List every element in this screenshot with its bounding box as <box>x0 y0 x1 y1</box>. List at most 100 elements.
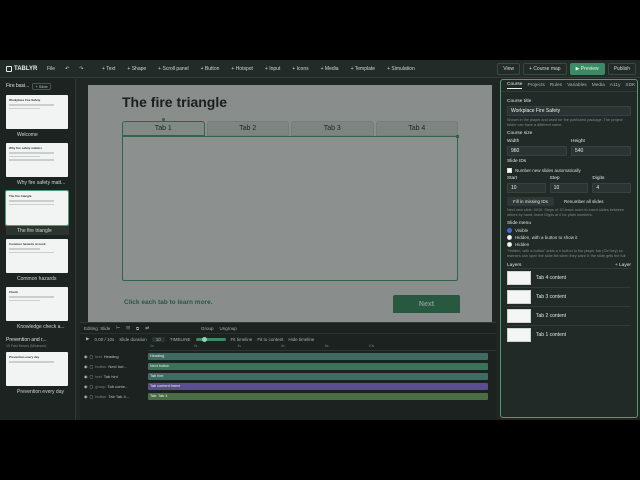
insert-text-button[interactable]: + Text <box>96 63 121 75</box>
file-menu[interactable]: File <box>42 63 60 75</box>
menu-option-hidden[interactable]: Hidden <box>507 242 631 247</box>
arrange-icon[interactable]: ⧉ <box>136 326 139 331</box>
layer-item[interactable]: Tab 4 content <box>507 268 631 287</box>
tab-media[interactable]: Media <box>592 83 605 88</box>
start-input[interactable]: 10 <box>507 183 546 193</box>
tab-hint-text[interactable]: Click each tab to learn more. <box>124 299 213 306</box>
lock-icon[interactable]: ▢ <box>90 354 94 359</box>
group-button[interactable]: Group <box>201 326 214 331</box>
undo-icon[interactable]: ↶ <box>60 63 74 75</box>
renumber-slides-button[interactable]: Renumber all slides <box>558 197 610 206</box>
eye-icon[interactable]: ◉ <box>84 354 88 359</box>
timeline-zoom-slider[interactable] <box>195 336 226 342</box>
eye-icon[interactable]: ◉ <box>84 374 88 379</box>
slide-title[interactable]: The fire triangle <box>122 94 227 110</box>
add-layer-button[interactable]: + Layer <box>615 263 631 268</box>
layer-item[interactable]: Tab 1 content <box>507 325 631 344</box>
track-bar[interactable]: Heading <box>148 352 488 360</box>
tab-variables[interactable]: Variables <box>567 83 587 88</box>
timeline-track[interactable]: ◉ ▢ group Tab conte... Tab content frame <box>80 381 496 391</box>
lock-icon[interactable]: ▢ <box>90 384 94 389</box>
ruler-tick: 8s <box>324 344 329 348</box>
insert-button-button[interactable]: + Button <box>195 63 226 75</box>
shuffle-icon[interactable]: ⇄ <box>145 325 149 331</box>
insert-input-button[interactable]: + Input <box>259 63 286 75</box>
track-type: button <box>95 363 107 369</box>
add-slide-button[interactable]: + Slide <box>32 82 51 90</box>
eye-icon[interactable]: ◉ <box>84 364 88 369</box>
insert-media-button[interactable]: + Media <box>315 63 345 75</box>
timeline-track[interactable]: ◉ ▢ text Tab hint Tab hint <box>80 371 496 381</box>
lock-icon[interactable]: ▢ <box>90 374 94 379</box>
tab-projects[interactable]: Projects <box>527 83 544 88</box>
view-menu[interactable]: View <box>497 63 521 75</box>
tab-2[interactable]: Tab 2 <box>206 121 289 136</box>
insert-icons-button[interactable]: + Icons <box>286 63 314 75</box>
insert-scroll-panel-button[interactable]: + Scroll panel <box>152 63 194 75</box>
layer-item[interactable]: Tab 2 content <box>507 306 631 325</box>
redo-icon[interactable]: ↷ <box>74 63 88 75</box>
tab-content-frame[interactable] <box>122 135 459 281</box>
fit-timeline-button[interactable]: Fit timeline <box>231 337 253 342</box>
digits-input[interactable]: 4 <box>592 183 632 193</box>
preview-button[interactable]: ▶ Preview <box>569 63 605 75</box>
slide-thumb[interactable]: Prevention every day Prevention every da… <box>0 350 75 398</box>
duration-input[interactable]: 10 <box>151 336 165 342</box>
tab-sdk[interactable]: SDK <box>625 83 635 88</box>
height-label: Height <box>571 139 585 144</box>
resize-handle[interactable] <box>456 135 459 138</box>
layer-item[interactable]: Tab 3 content <box>507 287 631 306</box>
tab-course[interactable]: Course <box>507 82 523 89</box>
fit-content-button[interactable]: Fit to content <box>257 337 283 342</box>
track-bar[interactable]: Tab: Tab 4 <box>148 392 488 400</box>
play-icon[interactable]: ▶ <box>86 336 89 342</box>
lock-icon[interactable]: ▢ <box>90 394 94 399</box>
slide-thumb[interactable]: Common hazards at work Common hazards <box>0 237 75 285</box>
course-title-input[interactable]: Workplace Fire Safety <box>507 106 631 116</box>
track-type: text <box>95 373 102 379</box>
lock-icon[interactable]: ▢ <box>90 364 94 369</box>
next-button[interactable]: Next <box>393 295 460 313</box>
track-bar[interactable]: Next button <box>148 362 488 370</box>
track-bar[interactable]: Tab content frame <box>148 382 488 390</box>
slide-thumb[interactable]: Workplace Fire Safety Welcome <box>0 93 75 141</box>
step-input[interactable]: 10 <box>549 183 589 193</box>
fill-missing-ids-button[interactable]: Fill in missing IDs <box>507 197 555 206</box>
radio-icon[interactable] <box>507 235 512 240</box>
timeline-track[interactable]: ◉ ▢ button Next but... Next button <box>80 361 496 371</box>
height-input[interactable]: 540 <box>571 146 631 156</box>
section-header[interactable]: Fire basi... + Slide <box>0 79 75 93</box>
track-bar[interactable]: Tab hint <box>148 372 488 380</box>
tab-rules[interactable]: Rules <box>550 83 562 88</box>
eye-icon[interactable]: ◉ <box>84 384 88 389</box>
insert-template-button[interactable]: + Template <box>345 63 382 75</box>
distribute-icon[interactable]: ⊟ <box>126 325 130 331</box>
publish-button[interactable]: Publish <box>607 63 636 75</box>
menu-option-hidden-button[interactable]: Hidden, with a button to show it <box>507 235 631 240</box>
width-input[interactable]: 960 <box>507 146 567 156</box>
timeline-ruler[interactable]: 0s 2s 4s 6s 8s 10s <box>148 344 496 351</box>
align-icon[interactable]: ⊢ <box>116 325 120 331</box>
slide-ids-note: Next new slide: 0010. Steps of 10 leave … <box>507 208 625 217</box>
eye-icon[interactable]: ◉ <box>84 394 88 399</box>
tab-4[interactable]: Tab 4 <box>375 121 458 136</box>
layers-label: Layers <box>507 263 522 268</box>
tab-3[interactable]: Tab 3 <box>291 121 374 136</box>
menu-option-visible[interactable]: Visible <box>507 228 631 233</box>
insert-simulation-button[interactable]: + Simulation <box>381 63 421 75</box>
rotate-handle[interactable] <box>162 118 165 121</box>
slide-thumb-active[interactable]: The fire triangle The fire triangle <box>0 189 75 237</box>
timeline-track[interactable]: ◉ ▢ text Heading Heading <box>80 351 496 361</box>
insert-hotspot-button[interactable]: + Hotspot <box>225 63 259 75</box>
timeline-track[interactable]: ◉ ▢ button Tab Tab 4... Tab: Tab 4 <box>80 391 496 401</box>
radio-icon[interactable] <box>507 242 512 247</box>
slide-thumb[interactable]: Why fire safety matters Why fire safety … <box>0 141 75 189</box>
tab-1[interactable]: Tab 1 <box>122 121 205 136</box>
tab-a11y[interactable]: A11y <box>610 83 621 88</box>
insert-shape-button[interactable]: + Shape <box>121 63 152 75</box>
hide-timeline-button[interactable]: Hide timeline <box>288 337 314 342</box>
slide-thumb[interactable]: Check Knowledge check a... <box>0 285 75 333</box>
radio-selected-icon[interactable] <box>507 228 512 233</box>
course-map-button[interactable]: + Course map <box>523 63 567 75</box>
ungroup-button[interactable]: Ungroup <box>220 326 237 331</box>
